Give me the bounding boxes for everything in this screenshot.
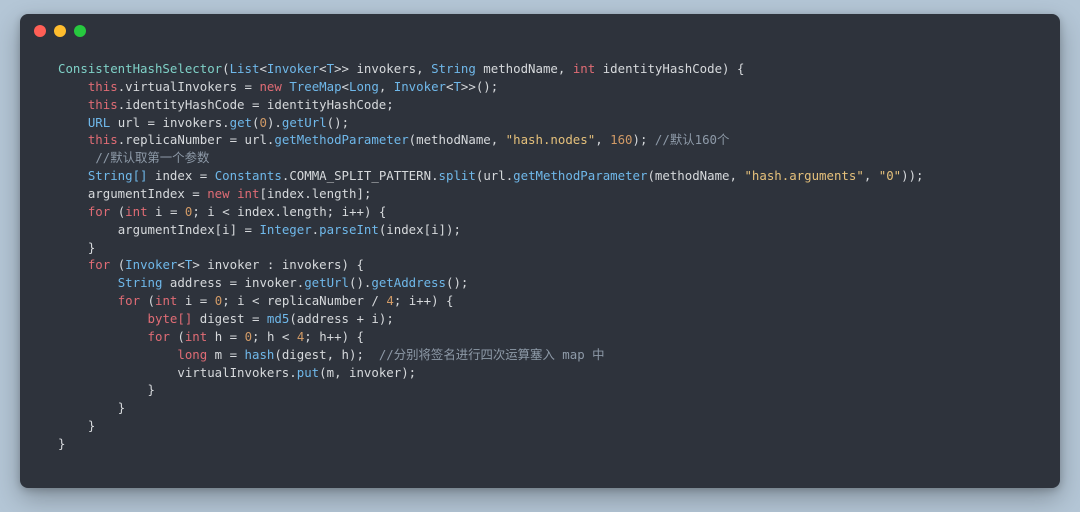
kw-this2: this <box>88 97 118 112</box>
window-titlebar <box>20 14 1060 48</box>
code-block: ConsistentHashSelector(List<Invoker<T>> … <box>20 48 1060 473</box>
var-i2d: i <box>371 311 378 326</box>
expr-replica: replicaNumber <box>267 293 364 308</box>
var-argidx: argumentIndex <box>88 186 185 201</box>
kw-for4: for <box>148 329 170 344</box>
fn-getaddress: getAddress <box>371 275 446 290</box>
fn-get: get <box>230 115 252 130</box>
type-integer: Integer <box>259 222 311 237</box>
fn-split: split <box>439 168 476 183</box>
expr-vinvokers: virtualInvokers <box>177 365 289 380</box>
kw-int4: int <box>155 293 177 308</box>
expr-argidx: argumentIndex <box>118 222 215 237</box>
code-window: ConsistentHashSelector(List<Invoker<T>> … <box>20 14 1060 488</box>
type-constants: Constants <box>215 168 282 183</box>
type-stringarr: String[] <box>88 168 148 183</box>
ctor-name: ConsistentHashSelector <box>58 61 222 76</box>
expr-digest: digest <box>282 347 327 362</box>
field-idhash: identityHashCode <box>125 97 244 112</box>
kw-int2: int <box>237 186 259 201</box>
var-i1b: i <box>207 204 214 219</box>
type-invoker2: Invoker <box>394 79 446 94</box>
var-h3: h <box>319 329 326 344</box>
fn-geturl: getUrl <box>282 115 327 130</box>
minimize-icon[interactable] <box>54 25 66 37</box>
type-generic-t2: T <box>453 79 460 94</box>
prop-length: length <box>312 186 357 201</box>
type-string2: String <box>118 275 163 290</box>
fn-hash: hash <box>245 347 275 362</box>
expr-invokers: invokers <box>162 115 222 130</box>
fn-put: put <box>297 365 319 380</box>
str-hashnodes: "hash.nodes" <box>506 132 596 147</box>
kw-int3: int <box>125 204 147 219</box>
type-treemap: TreeMap <box>289 79 341 94</box>
expr-index3: index <box>386 222 423 237</box>
type-invoker: Invoker <box>267 61 319 76</box>
num-0d: 0 <box>245 329 252 344</box>
type-string: String <box>431 61 476 76</box>
kw-this3: this <box>88 132 118 147</box>
str-hashargs: "hash.arguments" <box>744 168 863 183</box>
kw-for2: for <box>88 257 110 272</box>
fn-getmethodparam2: getMethodParameter <box>513 168 647 183</box>
kw-for1: for <box>88 204 110 219</box>
expr-identity: identityHashCode <box>267 97 386 112</box>
kw-new: new <box>259 79 281 94</box>
kw-int5: int <box>185 329 207 344</box>
expr-invokers2: invokers <box>282 257 342 272</box>
type-generic-t: T <box>327 61 334 76</box>
kw-this: this <box>88 79 118 94</box>
var-i1e: i <box>431 222 438 237</box>
var-index: index <box>155 168 192 183</box>
expr-address: address <box>297 311 349 326</box>
prop-length2: length <box>282 204 327 219</box>
var-invoker: invoker <box>207 257 259 272</box>
type-list: List <box>230 61 260 76</box>
var-i1d: i <box>222 222 229 237</box>
expr-index: index <box>267 186 304 201</box>
param-identity: identityHashCode <box>603 61 722 76</box>
fn-md5: md5 <box>267 311 289 326</box>
field-virtualinvokers: virtualInvokers <box>125 79 237 94</box>
const-commapattern: COMMA_SPLIT_PATTERN <box>289 168 431 183</box>
kw-for3: for <box>118 293 140 308</box>
var-h4: h <box>342 347 349 362</box>
comment-hash: //分别将签名进行四次运算塞入 map 中 <box>379 347 605 362</box>
kw-new2: new <box>207 186 229 201</box>
expr-url2: url <box>483 168 505 183</box>
type-long: Long <box>349 79 379 94</box>
num-4a: 4 <box>386 293 393 308</box>
type-invoker3: Invoker <box>125 257 177 272</box>
arg-methodname: methodName <box>416 132 491 147</box>
kw-bytearr: byte[] <box>148 311 193 326</box>
type-url: URL <box>88 115 110 130</box>
var-address: address <box>170 275 222 290</box>
num-160: 160 <box>610 132 632 147</box>
var-i1c: i <box>342 204 349 219</box>
expr-invoker: invoker <box>245 275 297 290</box>
var-digest: digest <box>200 311 245 326</box>
var-url: url <box>118 115 140 130</box>
expr-invoker2: invoker <box>349 365 401 380</box>
param-invokers: invokers <box>356 61 416 76</box>
num-0a: 0 <box>260 115 267 130</box>
close-icon[interactable] <box>34 25 46 37</box>
fn-geturl2: getUrl <box>304 275 349 290</box>
param-methodname: methodName <box>483 61 558 76</box>
fn-parseint: parseInt <box>319 222 379 237</box>
str-zero: "0" <box>879 168 901 183</box>
expr-index2: index <box>237 204 274 219</box>
fn-getmethodparam: getMethodParameter <box>274 132 408 147</box>
comment-160: //默认160个 <box>655 132 729 147</box>
kw-int: int <box>573 61 595 76</box>
zoom-icon[interactable] <box>74 25 86 37</box>
kw-long: long <box>177 347 207 362</box>
expr-m: m <box>327 365 334 380</box>
var-i2b: i <box>237 293 244 308</box>
expr-url: url <box>245 132 267 147</box>
field-replica: replicaNumber <box>125 132 222 147</box>
arg-methodname2: methodName <box>655 168 730 183</box>
comment-firstarg: //默认取第一个参数 <box>95 150 209 165</box>
